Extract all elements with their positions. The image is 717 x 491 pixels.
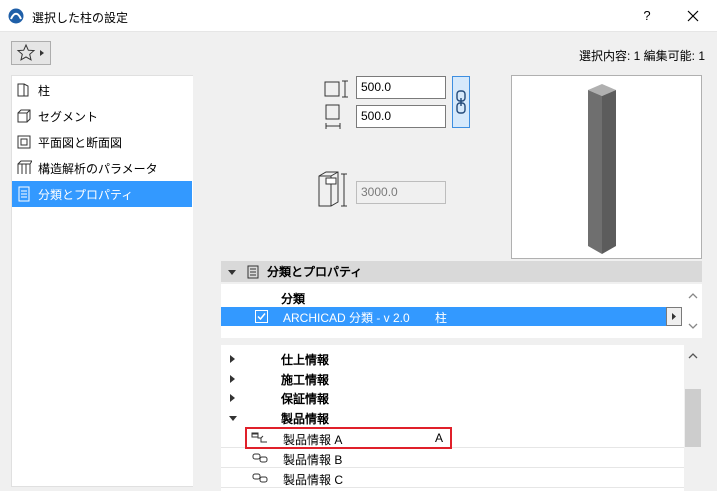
property-label: 製品情報 B [283,453,343,467]
sidebar-item-floorplan[interactable]: 平面図と断面図 [12,129,192,155]
classification-system-label: ARCHICAD 分類 - v 2.0 [283,311,410,325]
section-title: 分類とプロパティ [267,265,363,279]
classification-scrollbar[interactable] [684,284,702,338]
close-icon [687,10,699,22]
property-group-finish[interactable]: 仕上情報 [221,349,684,369]
property-link-icon [252,473,268,483]
sidebar-item-segment[interactable]: セグメント [12,103,192,129]
width-input[interactable]: 500.0 [356,76,446,99]
scroll-up-icon [688,353,698,359]
chain-link-icon [456,90,466,114]
sidebar-item-structural[interactable]: 構造解析のパラメータ [12,155,192,181]
property-row[interactable]: 製品情報 B [221,448,684,468]
property-row[interactable]: 製品情報 C [221,468,684,488]
property-group-label: 仕上情報 [281,352,330,367]
archicad-app-icon [8,8,24,24]
depth-input[interactable]: 500.0 [356,105,446,128]
property-group-construction[interactable]: 施工情報 [221,369,684,389]
properties-scrollbar[interactable] [684,345,702,491]
star-icon [16,43,44,61]
sidebar-item-label: 平面図と断面図 [38,135,123,150]
classification-icon [247,265,259,278]
depth-dimension-icon [325,104,341,129]
property-group-label: 製品情報 [281,411,330,426]
height-dimension-icon [318,171,347,207]
segment-icon [17,109,31,123]
highlight-annotation-box [245,427,452,449]
classification-heading: 分類 [281,292,306,306]
column-3d-preview [511,75,702,259]
column-icon [17,83,29,97]
column-3d-graphic [588,84,616,254]
scroll-arrows-icon [688,293,698,329]
sidebar-item-label: セグメント [38,109,99,124]
classification-picker-button[interactable] [666,307,682,326]
property-group-label: 保証情報 [281,391,330,406]
sidebar-item-column[interactable]: 柱 [12,77,192,103]
title-bar: 選択した柱の設定 ? [0,0,717,32]
chevron-down-icon [228,269,236,275]
height-input[interactable]: 3000.0 [356,181,446,204]
sidebar-item-label: 分類とプロパティ [38,187,134,202]
structural-analysis-icon [17,160,32,174]
favorites-button[interactable] [11,41,51,65]
scrollbar-thumb[interactable] [685,389,701,447]
chevron-right-icon [230,394,235,402]
help-button[interactable]: ? [632,6,662,26]
classification-section-header[interactable]: 分類とプロパティ [221,261,702,282]
floorplan-section-icon [17,135,31,149]
classification-value: 柱 [435,311,448,325]
property-group-product[interactable]: 製品情報 [221,408,684,428]
properties-panel: 仕上情報 施工情報 保証情報 製品情報 製品情報 A A 製品情報 B 製品情報… [221,345,702,491]
window-title: 選択した柱の設定 [32,11,129,25]
property-label: 製品情報 C [283,473,344,487]
property-link-icon [252,453,268,463]
checkbox-checked-icon[interactable] [255,310,268,323]
sidebar-scrollbar[interactable] [193,75,206,487]
property-group-warranty[interactable]: 保証情報 [221,388,684,408]
property-group-label: 施工情報 [281,372,330,387]
sidebar-item-label: 構造解析のパラメータ [38,161,158,176]
chevron-right-icon [230,375,235,383]
chevron-right-icon [230,355,235,363]
selection-info: 選択内容: 1 編集可能: 1 [578,49,705,63]
chevron-down-icon [229,416,237,421]
sidebar-item-label: 柱 [38,83,51,98]
chevron-right-icon [672,313,676,320]
classification-row[interactable]: ARCHICAD 分類 - v 2.0 柱 [221,307,666,326]
sidebar-item-classification[interactable]: 分類とプロパティ [12,181,192,207]
classification-icon [18,186,30,202]
settings-sidebar: 柱 セグメント 平面図と断面図 構造解析のパラメータ 分類とプロパティ [11,75,204,487]
width-dimension-icon [324,80,348,98]
close-button[interactable] [676,4,710,28]
link-dimensions-toggle[interactable] [452,76,470,128]
classification-panel: 分類 ARCHICAD 分類 - v 2.0 柱 [221,284,702,338]
